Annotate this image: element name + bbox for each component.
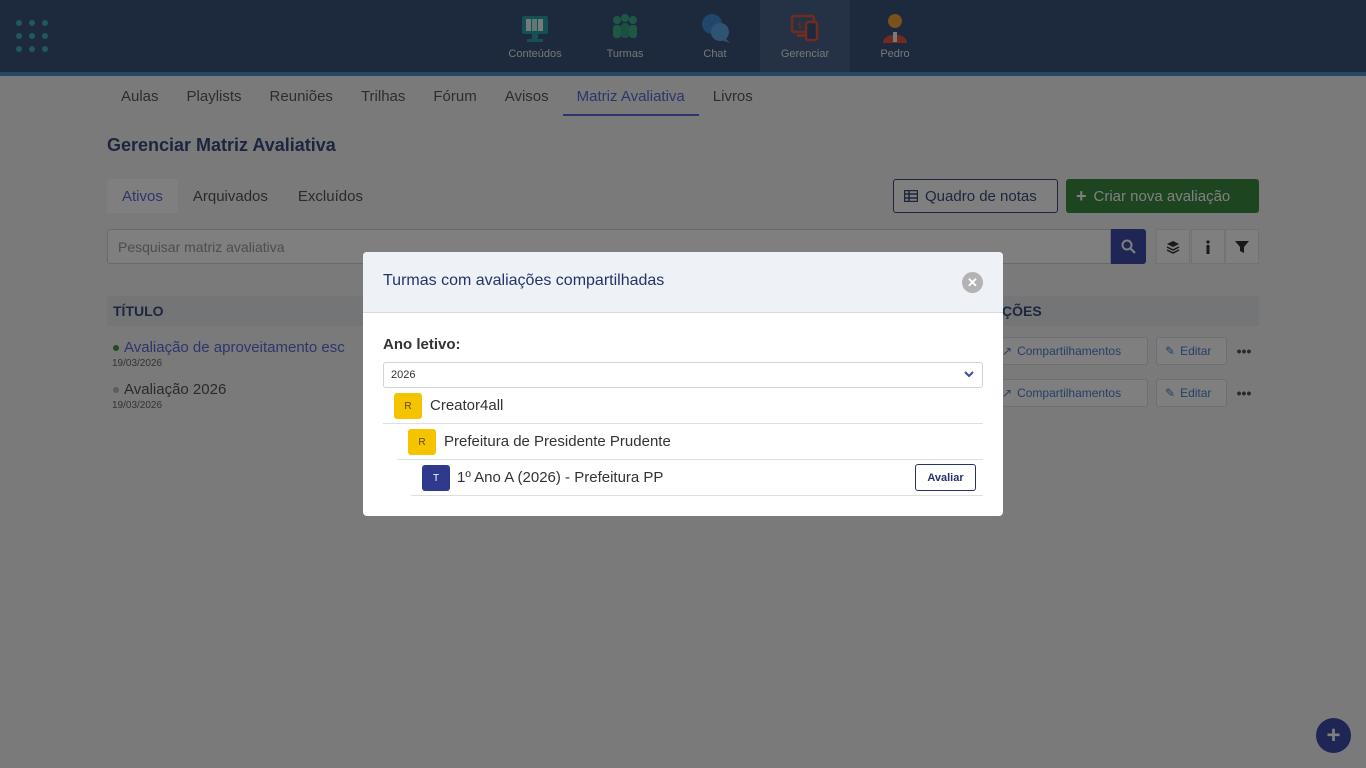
shared-classes-modal: Turmas com avaliações compartilhadas ✕ A…: [363, 252, 1003, 516]
close-icon[interactable]: ✕: [962, 272, 983, 293]
role-badge: R: [394, 393, 422, 419]
tree-item-label: Prefeitura de Presidente Prudente: [444, 433, 671, 450]
tree-item-label: Creator4all: [430, 397, 504, 414]
role-badge: R: [408, 429, 436, 455]
chevron-down-icon: [964, 371, 974, 378]
tree-item-label: 1º Ano A (2026) - Prefeitura PP: [457, 469, 664, 486]
modal-title: Turmas com avaliações compartilhadas: [383, 272, 665, 289]
ano-letivo-select[interactable]: 2026: [383, 362, 983, 388]
tree-item-prefeitura[interactable]: R Prefeitura de Presidente Prudente: [397, 424, 983, 460]
role-badge: T: [422, 465, 450, 491]
tree-item-creator4all[interactable]: R Creator4all: [383, 388, 983, 424]
avaliar-button[interactable]: Avaliar: [915, 464, 976, 491]
modal-header: Turmas com avaliações compartilhadas ✕: [363, 252, 1003, 313]
ano-letivo-label: Ano letivo:: [383, 336, 461, 353]
tree-item-turma: T 1º Ano A (2026) - Prefeitura PP: [411, 460, 983, 496]
ano-letivo-value: 2026: [391, 369, 416, 381]
